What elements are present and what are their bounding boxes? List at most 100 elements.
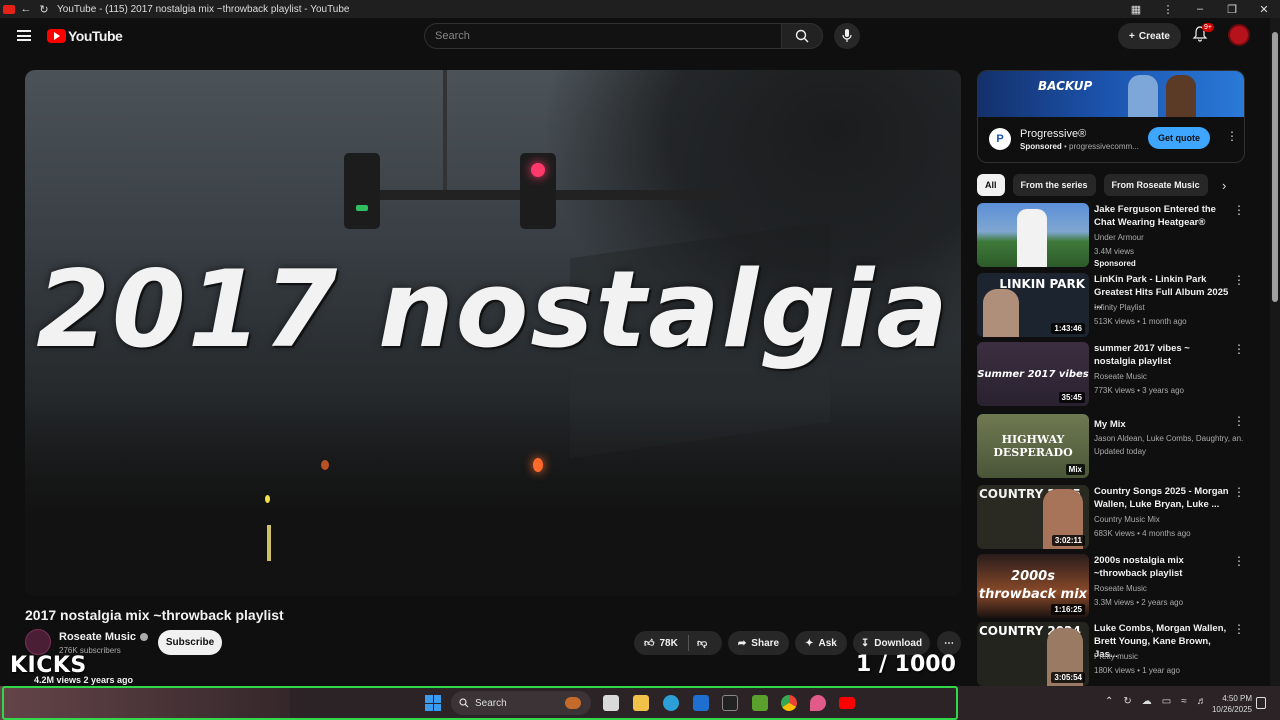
file-explorer-icon[interactable] [633,695,649,711]
rec-thumbnail[interactable]: COUNTRY 2025 3:02:11 [977,485,1089,549]
rec-more-icon[interactable]: ⋮ [1233,622,1245,636]
channel-avatar[interactable] [25,629,51,655]
chip-from-channel[interactable]: From Roseate Music [1103,174,1208,196]
rec-item[interactable]: COUNTRY 2024 3:05:54 Luke Combs, Morgan … [977,622,1247,686]
nvidia-icon[interactable] [752,695,768,711]
rec-more-icon[interactable]: ⋮ [1233,273,1245,287]
chip-from-series[interactable]: From the series [1012,174,1096,196]
rec-item[interactable]: Summer 2017 vibes 35:45 summer 2017 vibe… [977,342,1247,406]
filter-chips: All From the series From Roseate Music [977,174,1208,196]
ad-person [1128,75,1158,117]
thumbnail-figure [983,289,1019,337]
rec-item[interactable]: COUNTRY 2025 3:02:11 Country Songs 2025 … [977,485,1247,549]
ad-more-icon[interactable]: ⋮ [1226,129,1238,143]
store-icon[interactable] [693,695,709,711]
create-button[interactable]: + Create [1118,23,1181,49]
rec-thumbnail[interactable]: 2000s throwback mix 1:16:25 [977,554,1089,618]
rec-title[interactable]: 2000s nostalgia mix ~throwback playlist [1094,554,1234,580]
ad-banner-text: BACKUP [1038,79,1093,93]
youtube-play-icon [47,29,66,43]
rec-channel: Roseate Music [1094,584,1147,593]
rec-channel: Infinity Playlist [1094,303,1145,312]
rec-sponsored: Sponsored [1094,259,1136,268]
menu-icon[interactable] [17,30,31,41]
system-tray: ⌃ ↻ ☁ ▭ ≈ ♬ [1105,696,1207,707]
scrollbar-thumb[interactable] [1272,32,1278,302]
search-input[interactable] [425,24,781,48]
channel-name-row[interactable]: Roseate Music [59,631,149,643]
search-box[interactable] [424,23,782,49]
browser-title-bar: ← ↻ YouTube - (115) 2017 nostalgia mix ~… [0,0,1280,18]
reload-icon[interactable]: ↻ [37,2,51,16]
maps-pin-icon[interactable] [810,695,826,711]
rec-thumbnail[interactable]: COUNTRY 2024 3:05:54 [977,622,1089,686]
notification-center-icon[interactable] [1256,697,1266,709]
browser-menu-icon[interactable]: ⋮ [1152,3,1184,16]
cloud-icon[interactable]: ☁ [1142,696,1152,707]
maximize-button[interactable]: ❐ [1216,3,1248,16]
wifi-icon[interactable]: ≈ [1181,696,1187,707]
subscribe-button[interactable]: Subscribe [158,630,222,655]
voice-search-button[interactable] [834,23,860,49]
rec-item[interactable]: Jake Ferguson Entered the Chat Wearing H… [977,203,1247,268]
masthead: YouTube + Create 9+ [0,18,1270,54]
close-button[interactable]: ✕ [1248,3,1280,16]
rec-more-icon[interactable]: ⋮ [1233,342,1245,356]
rec-thumbnail[interactable]: LINKIN PARK 1:43:46 [977,273,1089,337]
rec-title[interactable]: Jake Ferguson Entered the Chat Wearing H… [1094,203,1234,229]
tray-overflow-icon[interactable]: ⌃ [1105,696,1113,707]
share-button[interactable]: ➦ Share [728,631,789,655]
back-arrow-icon[interactable]: ← [19,2,33,16]
sync-icon[interactable]: ↻ [1123,696,1131,707]
windows-start-icon[interactable] [425,695,441,711]
search-button[interactable] [781,23,823,49]
rec-duration: 3:02:11 [1051,535,1085,546]
edge-icon[interactable] [663,695,679,711]
rec-duration: 35:45 [1058,392,1085,403]
rec-item[interactable]: 2000s throwback mix 1:16:25 2000s nostal… [977,554,1247,618]
extensions-icon[interactable]: ▦ [1120,3,1152,16]
rec-more-icon[interactable]: ⋮ [1233,203,1245,217]
taskbar-search[interactable]: Search [451,691,591,715]
traffic-light-right [520,153,556,229]
rec-title[interactable]: Country Songs 2025 - Morgan Wallen, Luke… [1094,485,1234,511]
like-icon[interactable]: 👍︎ [644,637,654,649]
taskbar-clock[interactable]: 4:50 PM 10/26/2025 [1206,693,1252,715]
minimize-button[interactable]: – [1184,3,1216,15]
rec-more-icon[interactable]: ⋮ [1233,554,1245,568]
advertiser-name: Progressive® [1020,128,1087,140]
rec-meta: 180K views • 1 year ago [1094,666,1180,675]
video-scene-lamp [533,458,543,472]
rec-thumbnail[interactable]: Summer 2017 vibes 35:45 [977,342,1089,406]
rec-thumbnail[interactable]: HIGHWAY DESPERADO Mix [977,414,1089,478]
video-player[interactable]: 2017 nostalgia [25,70,961,596]
page-scrollbar[interactable] [1270,18,1280,686]
rec-item[interactable]: HIGHWAY DESPERADO Mix My Mix Jason Aldea… [977,414,1247,478]
sponsored-ad-card[interactable]: BACKUP P Progressive® Sponsored • progre… [977,70,1245,163]
video-scene-road-marking [267,525,271,561]
chevron-right-icon[interactable]: › [1222,178,1226,193]
dislike-icon[interactable]: 👎︎ [697,637,707,649]
account-avatar[interactable] [1228,24,1250,46]
task-view-icon[interactable] [603,695,619,711]
epic-games-icon[interactable] [722,695,738,711]
display-icon[interactable]: ▭ [1162,696,1171,707]
ask-button[interactable]: ✦ Ask [795,631,847,655]
rec-title[interactable]: summer 2017 vibes ~ nostalgia playlist [1094,342,1234,368]
rec-thumbnail[interactable] [977,203,1089,267]
ad-banner[interactable]: BACKUP [978,71,1244,117]
video-overlay-title: 2017 nostalgia [36,248,950,371]
youtube-app-icon[interactable] [839,697,855,709]
notifications-button[interactable]: 9+ [1192,23,1214,46]
get-quote-button[interactable]: Get quote [1148,127,1210,149]
rec-more-icon[interactable]: ⋮ [1233,485,1245,499]
rec-item[interactable]: LINKIN PARK 1:43:46 LinKin Park - Linkin… [977,273,1247,337]
like-count[interactable]: 78K [659,638,677,649]
traffic-light-left [344,153,380,229]
chip-all[interactable]: All [977,174,1005,196]
rec-title[interactable]: My Mix [1094,418,1234,431]
channel-name[interactable]: Roseate Music [59,631,136,643]
youtube-logo[interactable]: YouTube [47,28,123,44]
chrome-icon[interactable] [781,695,797,711]
rec-more-icon[interactable]: ⋮ [1233,414,1245,428]
